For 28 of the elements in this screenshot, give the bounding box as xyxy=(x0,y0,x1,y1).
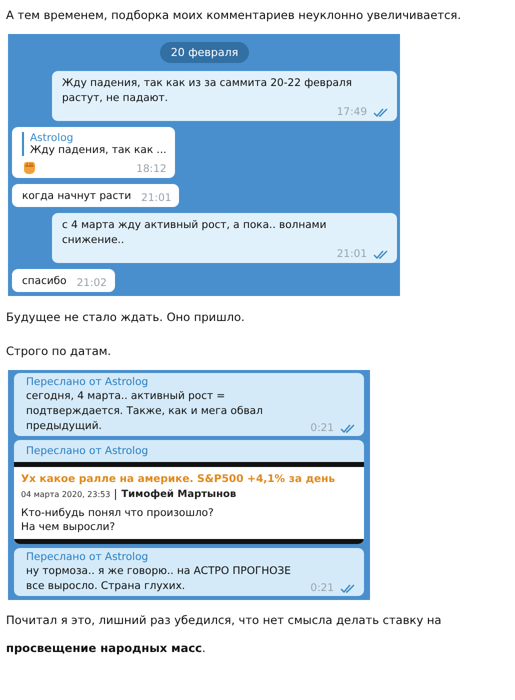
message-text: ну тормоза.. я же говорю.. на АСТРО ПРОГНОЗЕ все выросло. Страна глухих. xyxy=(26,564,292,594)
message-time: 0:21 xyxy=(310,422,334,434)
message-time: 21:01 xyxy=(336,248,367,260)
message-text: с 4 марта жду активный рост, а пока.. волнами снижение.. xyxy=(62,219,326,246)
date-label: 20 февраля xyxy=(160,42,250,63)
paragraph: А тем временем, подборка моих комментариев неуклонно увеличивается. xyxy=(6,7,462,24)
message-time: 21:02 xyxy=(76,277,107,289)
message-time: 17:49 xyxy=(336,106,367,118)
forwarded-label: Переслано от Astrolog xyxy=(25,444,150,459)
forwarded-label: Переслано от Astrolog xyxy=(26,376,150,388)
paragraph: Строго по датам. xyxy=(6,343,112,360)
article-text: Кто-нибудь понял что произошло? xyxy=(21,506,215,520)
paragraph: Почитал я это, лишний раз убедился, что нет смысла делать ставку на просвещение народных масс. xyxy=(6,612,442,657)
reply-text: Жду падения, так как ... xyxy=(30,144,167,156)
article-text: На чем выросли? xyxy=(21,520,116,534)
message-time: 21:01 xyxy=(141,192,172,204)
article-date: 04 марта 2020, 23:53 xyxy=(21,490,110,499)
message-time: 0:21 xyxy=(310,582,334,594)
message-text: сегодня, 4 марта.. активный рост = подтверждается. Также, как и мега обвал предыдущий. xyxy=(26,389,264,434)
message-text: спасибо xyxy=(22,274,67,289)
message-time: 18:12 xyxy=(136,163,167,175)
article-author: Тимофей Мартынов xyxy=(121,489,236,500)
forwarded-label: Переслано от Astrolog xyxy=(26,551,150,563)
paragraph: Будущее не стало ждать. Оно пришло. xyxy=(6,309,246,326)
message-text: Жду падения, так как из за саммита 20-22 февраля растут, не падают. xyxy=(62,77,352,104)
article-headline: Ух какое ралле на америке. S&P500 +4,1% за день xyxy=(21,473,336,485)
message-text: когда начнут расти xyxy=(22,189,132,204)
reply-author: Astrolog xyxy=(30,132,74,144)
